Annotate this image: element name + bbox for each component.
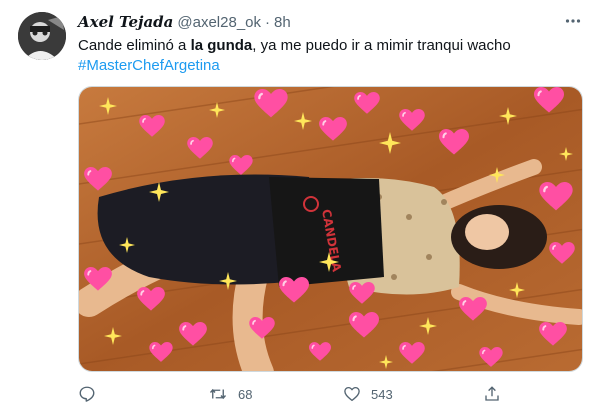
tweet-text-start: Cande eliminó a: [78, 37, 191, 54]
display-name[interactable]: Axel Tejada: [78, 13, 173, 31]
tweet-media-image[interactable]: CANDELA: [78, 86, 583, 372]
more-options-icon[interactable]: [562, 10, 584, 32]
avatar[interactable]: [18, 12, 66, 60]
tweet[interactable]: Axel Tejada @axel28_ok · 8h Cande elimin…: [0, 0, 595, 416]
share-button[interactable]: [483, 380, 501, 408]
tweet-text-end: , ya me puedo ir a mimir tranqui wacho: [252, 37, 511, 54]
separator-dot: ·: [265, 13, 271, 31]
photo-woman-on-floor: CANDELA: [79, 87, 582, 371]
retweet-count: 68: [238, 386, 253, 402]
tweet-header: Axel Tejada @axel28_ok · 8h: [78, 12, 291, 32]
share-icon: [485, 386, 499, 401]
like-button[interactable]: 543: [343, 380, 393, 408]
tweet-text: Cande eliminó a la gunda, ya me puedo ir…: [78, 36, 578, 76]
hashtag-link[interactable]: #MasterChefArgetina: [78, 57, 220, 74]
tweet-actions: 68 543: [78, 380, 583, 408]
avatar-image: [18, 12, 66, 60]
retweet-icon: [209, 388, 227, 400]
reply-button[interactable]: [78, 380, 96, 408]
like-count: 543: [371, 386, 393, 402]
user-handle[interactable]: @axel28_ok: [177, 14, 261, 31]
retweet-button[interactable]: 68: [208, 380, 252, 408]
tweet-text-bold: la gunda: [190, 37, 253, 54]
heart-icon: [344, 386, 360, 402]
tweet-time[interactable]: 8h: [274, 14, 291, 31]
reply-icon: [79, 386, 95, 402]
